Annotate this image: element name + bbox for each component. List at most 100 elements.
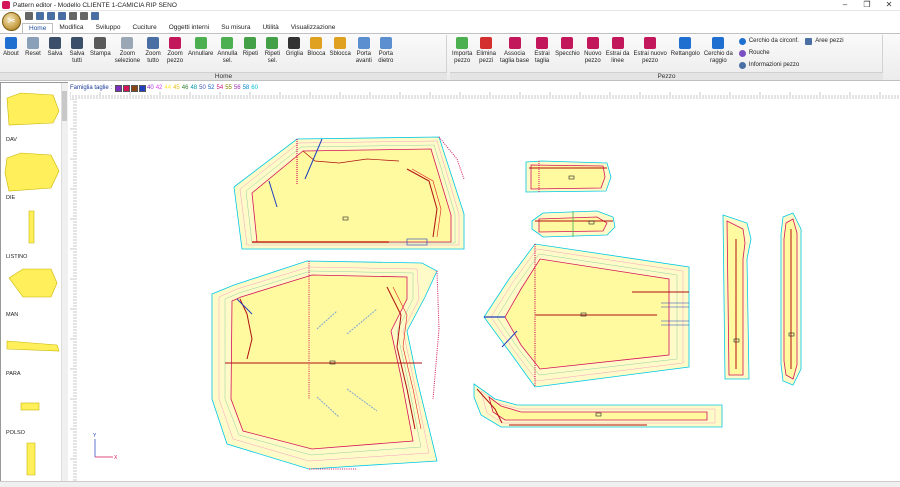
close-button[interactable]: ✕ xyxy=(878,0,900,10)
grid-icon xyxy=(288,37,301,49)
ruche-button[interactable]: Rouche xyxy=(738,47,799,59)
button-label: Associa taglia base xyxy=(500,51,530,64)
size-45[interactable]: 45 xyxy=(173,85,180,91)
tab-utilità[interactable]: Utilità xyxy=(256,23,284,33)
size-52[interactable]: 52 xyxy=(208,85,215,91)
thumb-para[interactable] xyxy=(6,340,60,352)
thumb-man[interactable] xyxy=(8,268,58,298)
window-title: Pattern editor - Modello CLIENTE 1-CAMIC… xyxy=(13,1,177,9)
pattern-piece-collar-stand[interactable] xyxy=(473,383,723,428)
mirror-icon xyxy=(561,37,574,49)
save-all-icon[interactable] xyxy=(58,12,66,20)
print-icon[interactable] xyxy=(69,12,77,20)
pieces-scrollbar[interactable] xyxy=(61,83,68,481)
size-42[interactable]: 42 xyxy=(156,85,163,91)
save-icon[interactable] xyxy=(47,12,55,20)
size-swatch[interactable] xyxy=(139,84,147,92)
send-backward-icon xyxy=(379,37,392,49)
size-40[interactable]: 40 xyxy=(147,85,154,91)
size-swatch[interactable] xyxy=(123,84,131,92)
ribbon: About Reset Salva Salva tutti Stampa Zoom sel… xyxy=(0,33,900,81)
zoom-selection-icon xyxy=(121,37,134,49)
save-icon xyxy=(49,37,61,49)
home-group-title: Home xyxy=(0,72,447,80)
thumb-extra[interactable] xyxy=(26,442,36,476)
size-54[interactable]: 54 xyxy=(217,85,224,91)
aree-pezzi-button[interactable]: Aree pezzi xyxy=(805,35,844,47)
button-label: Nuovo pezzo xyxy=(584,51,602,64)
pattern-piece-back[interactable] xyxy=(233,136,465,250)
extract-size-icon xyxy=(536,37,549,49)
tab-oggetti-interni[interactable]: Oggetti interni xyxy=(163,23,215,33)
circle-radius-icon xyxy=(712,37,725,49)
thumb-dav[interactable] xyxy=(6,92,60,126)
pieces-scroll-thumb[interactable] xyxy=(62,91,67,121)
size-46[interactable]: 46 xyxy=(182,85,189,91)
undo-icon xyxy=(194,37,207,49)
zoom-all-icon xyxy=(147,37,160,49)
new-piece-icon xyxy=(586,37,599,49)
size-48[interactable]: 48 xyxy=(190,85,197,91)
size-50[interactable]: 50 xyxy=(199,85,206,91)
rectangle-icon xyxy=(679,37,692,49)
unlock-icon xyxy=(334,37,347,49)
button-label: Zoom tutto xyxy=(145,51,161,64)
button-label: Cerchio da raggio xyxy=(703,51,733,64)
minimize-button[interactable]: – xyxy=(834,0,856,10)
thumb-polso[interactable] xyxy=(20,402,40,411)
maximize-button[interactable]: ❐ xyxy=(856,0,878,10)
tab-sviluppo[interactable]: Sviluppo xyxy=(90,23,127,33)
axis-y-label: Y xyxy=(93,433,97,439)
export-icon[interactable] xyxy=(91,12,99,20)
size-58[interactable]: 58 xyxy=(243,85,250,91)
circle-circumference-button[interactable]: Cerchio da circonf. xyxy=(738,35,799,47)
button-label: Estrai nuovo pezzo xyxy=(633,51,667,64)
status-bar xyxy=(0,481,900,487)
tab-modifica[interactable]: Modifica xyxy=(53,23,89,33)
button-label: Sblocca xyxy=(329,51,351,57)
button-label: Importa pezzo xyxy=(452,51,473,64)
button-label: Porta avanti xyxy=(355,51,372,64)
new-icon[interactable] xyxy=(25,12,33,20)
size-56[interactable]: 56 xyxy=(234,85,241,91)
size-swatch[interactable] xyxy=(115,84,123,92)
ribbon-tabs: Home Modifica Sviluppo Cuciture Oggetti inte… xyxy=(0,23,900,33)
thumb-label-para: PARA xyxy=(6,371,21,377)
thumb-die[interactable] xyxy=(4,152,60,192)
open-icon[interactable] xyxy=(36,12,44,20)
cut-icon[interactable] xyxy=(80,12,88,20)
pattern-piece-placket[interactable] xyxy=(780,212,802,386)
pattern-piece-pocket[interactable] xyxy=(525,160,612,193)
size-55[interactable]: 55 xyxy=(225,85,232,91)
size-family-bar: Famiglia taglie : 40 42 44 45 46 48 50 52 54 55 56… xyxy=(70,84,260,92)
pattern-piece-cuff[interactable] xyxy=(531,210,616,238)
button-label: Specchio xyxy=(555,51,580,57)
tab-visualizzazione[interactable]: Visualizzazione xyxy=(285,23,342,33)
size-swatch[interactable] xyxy=(131,84,139,92)
axis-indicator: Y X xyxy=(93,433,118,461)
size-60[interactable]: 60 xyxy=(251,85,258,91)
button-label: Zoom selezione xyxy=(114,51,141,64)
thumb-label-die: DIE xyxy=(6,195,16,201)
piece-info-button[interactable]: Informazioni pezzo xyxy=(738,59,799,71)
button-label: Griglia xyxy=(285,51,304,57)
thumb-label-polso: POLSO xyxy=(6,430,25,436)
tab-su-misura[interactable]: Su misura xyxy=(215,23,256,33)
size-44[interactable]: 44 xyxy=(164,85,171,91)
pattern-piece-sleeve[interactable] xyxy=(483,243,690,388)
thumb-label-man: MAN xyxy=(6,312,19,318)
pattern-piece-front[interactable] xyxy=(211,260,440,470)
pieces-panel: DAV DIE LISTINO MAN PARA POLSO xyxy=(0,82,68,482)
button-label: Salva xyxy=(47,51,63,57)
pattern-canvas[interactable]: Y X xyxy=(77,99,900,482)
tab-home[interactable]: Home xyxy=(22,23,54,33)
app-icon xyxy=(2,1,10,9)
tab-cuciture[interactable]: Cuciture xyxy=(127,23,163,33)
button-label: Stampa xyxy=(90,51,111,57)
pattern-piece-listino[interactable] xyxy=(722,214,752,380)
axis-x-label: X xyxy=(114,455,118,461)
circle-circumference-icon xyxy=(738,37,746,45)
thumb-listino[interactable] xyxy=(28,210,35,244)
application-menu-button[interactable]: ✂ xyxy=(2,12,21,31)
associate-size-icon xyxy=(508,37,521,49)
